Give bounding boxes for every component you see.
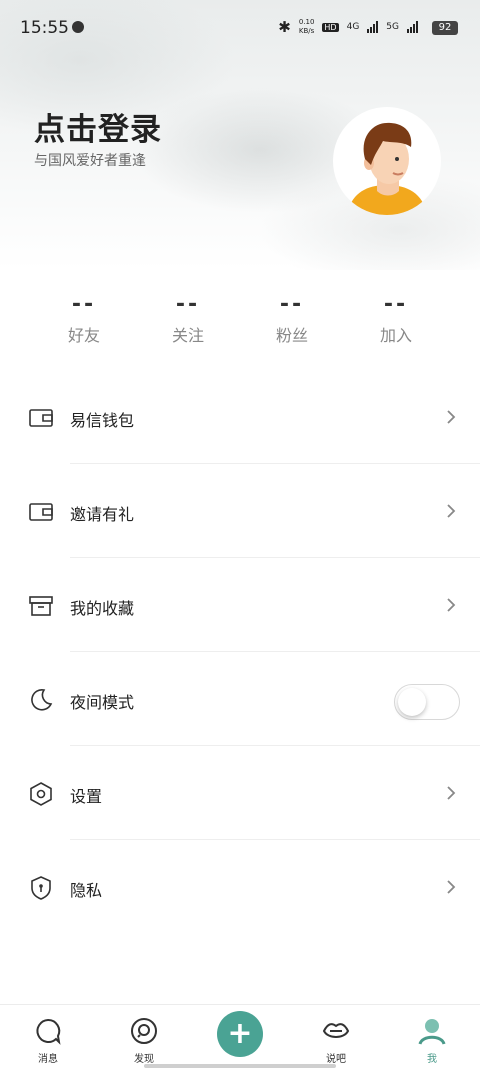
stat-fans[interactable]: -- 粉丝: [240, 292, 344, 346]
menu-label: 易信钱包: [70, 411, 135, 430]
tab-discover[interactable]: 发现: [96, 1005, 192, 1071]
plus-icon: +: [227, 1016, 253, 1051]
person-icon: [418, 1019, 446, 1045]
stat-value: --: [279, 292, 305, 317]
avatar[interactable]: [333, 107, 441, 215]
stat-label: 粉丝: [275, 326, 308, 345]
menu-label: 夜间模式: [70, 693, 135, 712]
stat-friends[interactable]: -- 好友: [32, 292, 136, 346]
archive-icon: [29, 596, 53, 616]
chevron-right-icon: [447, 598, 456, 612]
stat-following[interactable]: -- 关注: [136, 292, 240, 346]
menu-label: 邀请有礼: [70, 505, 135, 524]
wallet-icon: [29, 409, 53, 427]
toggle-knob: [398, 688, 426, 716]
discover-icon: [131, 1018, 157, 1044]
tab-label: 消息: [38, 1054, 58, 1065]
status-indicators: ✱ 0.10 KB/s HD 4G 5G: [278, 18, 418, 36]
stats-row: -- 好友 -- 关注 -- 粉丝 -- 加入: [0, 292, 480, 346]
network-speed: 0.10 KB/s: [299, 18, 315, 36]
night-mode-toggle[interactable]: [394, 684, 460, 720]
speed-value: 0.10: [298, 18, 315, 26]
menu-item-privacy[interactable]: 隐私: [0, 840, 480, 934]
tab-label: 发现: [134, 1054, 154, 1065]
moon-icon: [31, 688, 53, 711]
stat-joined[interactable]: -- 加入: [344, 292, 448, 346]
stat-label: 加入: [379, 326, 412, 345]
hexagon-settings-icon: [30, 782, 52, 806]
menu-item-settings[interactable]: 设置: [0, 746, 480, 840]
menu-item-favorites[interactable]: 我的收藏: [0, 558, 480, 652]
signal-4g-icon: [367, 21, 379, 33]
chevron-right-icon: [447, 504, 456, 518]
stat-label: 关注: [171, 326, 204, 345]
tab-me[interactable]: 我: [384, 1005, 480, 1071]
battery-icon: 92: [432, 21, 458, 35]
bluetooth-icon: ✱: [278, 18, 291, 36]
avatar-person-icon: [347, 122, 427, 215]
tab-messages[interactable]: 消息: [0, 1005, 96, 1071]
hd-icon: HD: [322, 22, 339, 32]
signal-5g-icon: [407, 21, 418, 33]
stat-value: --: [71, 292, 97, 317]
message-icon: [36, 1018, 61, 1045]
login-subtitle: 与国风爱好者重逢: [34, 153, 146, 169]
menu-item-wallet[interactable]: 易信钱包: [0, 370, 480, 464]
chevron-right-icon: [447, 786, 456, 800]
login-title[interactable]: 点击登录: [34, 104, 162, 149]
menu-item-night-mode: 夜间模式: [0, 652, 480, 746]
stat-value: --: [175, 292, 201, 317]
shield-icon: [31, 876, 51, 900]
lips-icon: [322, 1023, 350, 1038]
home-indicator: [144, 1064, 336, 1068]
tab-label: 我: [427, 1054, 437, 1065]
network-5g-label: 5G: [386, 22, 399, 32]
wallet-icon: [29, 503, 53, 521]
network-4g-label: 4G: [346, 22, 360, 32]
menu-label: 隐私: [70, 881, 103, 900]
speed-unit: KB/s: [298, 27, 315, 35]
status-time: 15:55: [20, 18, 69, 38]
status-bar: 15:55 ✱ 0.10 KB/s HD 4G 5G 92: [0, 0, 480, 56]
stat-value: --: [383, 292, 409, 317]
menu-label: 我的收藏: [70, 599, 135, 618]
notification-dot-icon: [72, 21, 84, 33]
stat-label: 好友: [67, 326, 100, 345]
tab-label: 说吧: [326, 1054, 346, 1065]
menu-item-invite[interactable]: 邀请有礼: [0, 464, 480, 558]
chevron-right-icon: [447, 410, 456, 424]
menu-label: 设置: [70, 787, 103, 806]
chevron-right-icon: [447, 880, 456, 894]
tab-talk[interactable]: 说吧: [288, 1005, 384, 1071]
add-button[interactable]: +: [217, 1011, 263, 1057]
menu-list: 易信钱包 邀请有礼 我的收藏 夜间模式 设置 隐私: [0, 370, 480, 934]
